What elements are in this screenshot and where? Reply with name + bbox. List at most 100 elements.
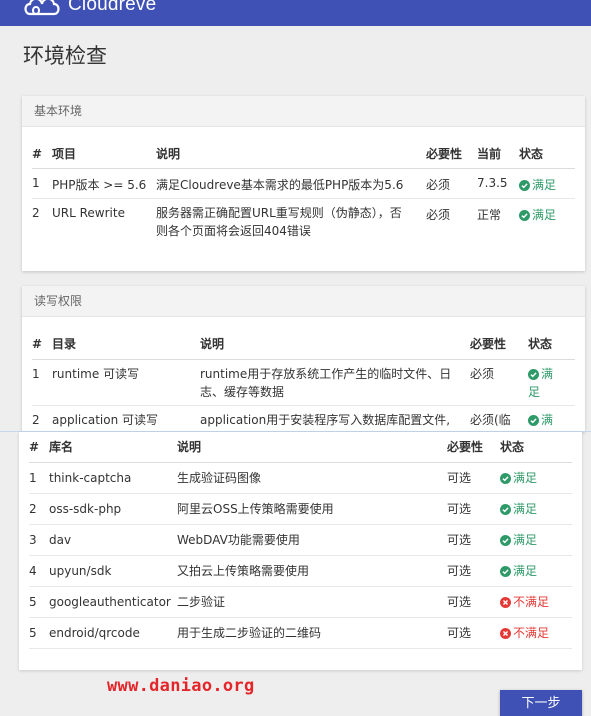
page-title: 环境检查 — [23, 44, 107, 68]
row-need: 可选 — [447, 617, 500, 649]
row-lib: endroid/qrcode — [49, 617, 177, 649]
status-bad: 不满足 — [500, 617, 572, 649]
status-bad: 不满足 — [500, 586, 572, 618]
col-header: 必要性 — [470, 329, 528, 360]
row-num: 3 — [29, 524, 49, 556]
status-label: 足 — [528, 384, 541, 399]
row-num: 1 — [32, 359, 52, 406]
row-need: 必须 — [426, 168, 477, 199]
table-row: 1 runtime 可读写 runtime用于存放系统工作产生的临时文件、日 志、… — [32, 359, 575, 406]
table-row: 5 googleauthenticator 二步验证 可选 不满足 — [29, 586, 572, 618]
col-header: 说明 — [177, 432, 447, 463]
check-circle-icon — [500, 534, 511, 546]
table-row: 1 think-captcha 生成验证码图像 可选 满足 — [29, 462, 572, 494]
status-label: 满 — [541, 366, 554, 381]
row-current: 7.3.5 — [477, 168, 519, 199]
status-ok: 满 — [528, 405, 575, 432]
table-row: 5 endroid/qrcode 用于生成二步验证的二维码 可选 不满足 — [29, 617, 572, 649]
row-need: 可选 — [447, 524, 500, 556]
col-header: # — [29, 432, 49, 463]
check-circle-icon — [500, 565, 511, 577]
basic-env-card: 基本环境 # 项目 说明 必要性 当前 状态 1 PHP版本 >= 5.6 满足… — [22, 96, 585, 271]
col-header: 目录 — [52, 329, 200, 360]
status-label: 满足 — [513, 470, 538, 485]
basic-env-title: 基本环境 — [22, 96, 585, 127]
check-circle-icon — [500, 472, 511, 484]
check-circle-icon — [500, 503, 511, 515]
status-ok: 满足 — [500, 555, 572, 587]
row-lib: oss-sdk-php — [49, 493, 177, 525]
row-need: 必须 — [426, 207, 451, 222]
row-lib: dav — [49, 524, 177, 556]
row-num: 2 — [32, 405, 52, 432]
row-need: 可选 — [447, 462, 500, 494]
row-desc: runtime用于存放系统工作产生的临时文件、日 志、缓存等数据 — [200, 359, 470, 406]
basic-env-table: # 项目 说明 必要性 当前 状态 1 PHP版本 >= 5.6 满足Cloud… — [32, 140, 575, 244]
table-row: 4 upyun/sdk 又拍云上传策略需要使用 可选 满足 — [29, 555, 572, 587]
row-desc: 生成验证码图像 — [177, 462, 447, 494]
row-lib: googleauthenticator — [49, 586, 177, 618]
col-header: 状态 — [519, 140, 575, 169]
check-circle-icon — [519, 209, 530, 221]
row-need: 可选 — [447, 555, 500, 587]
rw-perm-title: 读写权限 — [22, 286, 585, 317]
status-label: 满足 — [532, 207, 557, 222]
col-header: 项目 — [52, 140, 156, 169]
row-desc: 二步验证 — [177, 586, 447, 618]
row-desc: application用于安装程序写入数据库配置文件, — [200, 405, 470, 432]
row-num: 5 — [29, 586, 49, 618]
status-label: 满足 — [513, 501, 538, 516]
status-ok: 满足 — [500, 524, 572, 556]
row-num: 2 — [32, 205, 40, 220]
row-need: 必须(临 — [470, 405, 528, 432]
table-row: 1 PHP版本 >= 5.6 满足Cloudreve基本需求的最低PHP版本为5… — [32, 168, 575, 199]
col-header: 库名 — [49, 432, 177, 463]
row-need: 可选 — [447, 586, 500, 618]
row-desc: 用于生成二步验证的二维码 — [177, 617, 447, 649]
row-desc: 阿里云OSS上传策略需要使用 — [177, 493, 447, 525]
row-desc: 又拍云上传策略需要使用 — [177, 555, 447, 587]
app-logo[interactable]: Cloudreve — [22, 0, 156, 18]
x-circle-icon — [500, 596, 511, 608]
row-num: 5 — [29, 617, 49, 649]
next-step-button[interactable]: 下一步 — [500, 690, 582, 716]
status-label: 不满足 — [513, 625, 550, 640]
x-circle-icon — [500, 627, 511, 639]
row-dir: runtime 可读写 — [52, 359, 200, 406]
status-ok: 满足 — [528, 359, 575, 406]
col-header: 必要性 — [426, 140, 477, 169]
libs-card: # 库名 说明 必要性 状态 1 think-captcha 生成验证码图像 可… — [19, 432, 582, 670]
libs-table: # 库名 说明 必要性 状态 1 think-captcha 生成验证码图像 可… — [29, 432, 572, 649]
row-desc: 服务器需正确配置URL重写规则（伪静态），否 则各个页面将会返回404错误 — [156, 198, 426, 244]
status-label: 满足 — [513, 563, 538, 578]
status-ok: 满足 — [519, 168, 575, 199]
watermark-text: www.daniao.org — [107, 676, 255, 696]
row-dir: application 可读写 — [52, 405, 200, 432]
rw-perm-card: 读写权限 # 目录 说明 必要性 状态 1 runtime 可读写 runtim… — [22, 286, 585, 432]
row-num: 4 — [29, 555, 49, 587]
table-header: # 目录 说明 必要性 状态 — [32, 329, 575, 360]
table-header: # 库名 说明 必要性 状态 — [29, 432, 572, 463]
col-header: 状态 — [528, 329, 575, 360]
table-row: 2 oss-sdk-php 阿里云OSS上传策略需要使用 可选 满足 — [29, 493, 572, 525]
col-header: 当前 — [477, 140, 519, 169]
row-lib: think-captcha — [49, 462, 177, 494]
row-lib: upyun/sdk — [49, 555, 177, 587]
row-num: 1 — [29, 462, 49, 494]
row-desc-line: 则各个页面将会返回404错误 — [156, 223, 311, 238]
row-current: 正常 — [477, 207, 502, 222]
status-label: 不满足 — [513, 594, 550, 609]
table-header: # 项目 说明 必要性 当前 状态 — [32, 140, 575, 169]
check-circle-icon — [519, 179, 530, 191]
table-row: 2 URL Rewrite 服务器需正确配置URL重写规则（伪静态），否 则各个页… — [32, 198, 575, 244]
check-circle-icon — [528, 368, 539, 380]
row-desc: WebDAV功能需要使用 — [177, 524, 447, 556]
status-label: 满足 — [513, 532, 538, 547]
row-num: 2 — [29, 493, 49, 525]
status-ok: 满足 — [519, 198, 575, 244]
check-circle-icon — [528, 414, 539, 426]
col-header: 状态 — [500, 432, 572, 463]
row-desc-line: runtime用于存放系统工作产生的临时文件、日 — [200, 366, 452, 381]
cloud-logo-icon — [24, 0, 60, 16]
app-name: Cloudreve — [68, 0, 157, 15]
